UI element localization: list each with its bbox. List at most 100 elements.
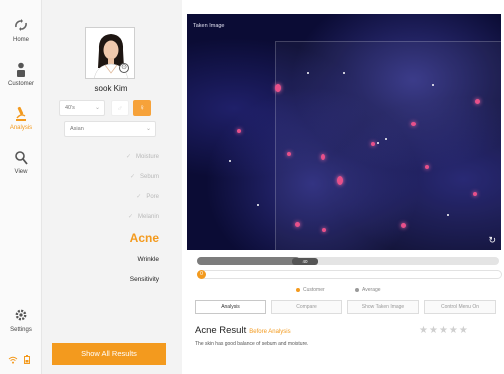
customer-level-bar [197,270,502,279]
star-icon: ★ [448,325,459,336]
tab-analysis[interactable]: Analysis [195,300,266,314]
nav-label-analysis: Analysis [9,125,33,131]
highlight-speck [307,72,309,74]
ethnicity-select[interactable]: Asian ⌄ [64,121,156,137]
acne-spot [287,152,291,156]
attribute-label: Moisture [135,154,159,160]
average-level-bar [197,257,499,265]
attribute-melanin[interactable]: ✓ Melanin [128,213,159,220]
acne-spot [371,142,375,146]
attribute-label: Pore [146,194,159,200]
gender-male-button[interactable]: ♂ [111,100,129,116]
result-description: The skin has good balance of sebum and m… [195,341,309,347]
chevron-down-icon: ⌄ [94,105,100,111]
attribute-sebum[interactable]: ✓ Sebum [130,173,159,180]
attribute-acne[interactable]: Acne [130,231,159,245]
viewer-title: Taken Image [193,23,225,29]
acne-spot [401,223,406,228]
average-level-label: 40 [292,258,318,265]
legend-average-dot [355,287,359,292]
nav-item-settings[interactable]: Settings [0,308,42,333]
acne-spot [295,222,300,227]
acne-spot [237,129,241,133]
nav-rail: Home Customer Analysis View Settings [0,0,42,374]
tab-control-menu[interactable]: Control Menu On [424,300,496,314]
nav-label-view: View [14,169,28,175]
rating-stars: ★★★★★ [419,325,469,336]
tab-compare[interactable]: Compare [271,300,342,314]
acne-spot [322,228,326,232]
profile-controls: 40's ⌄ ♂ ♀ [59,100,183,116]
legend-customer-dot [296,287,300,292]
taken-image-viewer[interactable]: Taken Image ↻ [187,14,501,250]
average-level-fill [197,257,300,265]
check-icon: ✓ [136,194,142,200]
nav-item-analysis[interactable]: Analysis [0,106,42,131]
male-icon: ♂ [117,104,123,113]
nav-item-view[interactable]: View [0,150,42,175]
star-icon: ★ [458,325,469,336]
highlight-speck [432,84,434,86]
result-tabs: Analysis Compare Show Taken Image Contro… [195,300,497,314]
acne-spot [275,84,281,92]
wifi-icon [8,356,24,366]
legend-customer: Customer [296,287,325,293]
legend-customer-label: Customer [303,287,325,293]
age-select-value: 40's [65,105,75,111]
gear-icon [0,308,42,324]
nav-label-settings: Settings [10,327,32,333]
attribute-label: Sebum [139,174,159,180]
tab-show-taken-image[interactable]: Show Taken Image [347,300,419,314]
acne-spot [473,192,477,196]
check-icon: ✓ [125,154,131,160]
search-icon [0,150,42,166]
avatar-edit-button[interactable]: ⊙ [119,63,129,73]
before-analysis-label: Before Analysis [249,329,291,335]
attribute-label: Melanin [137,214,159,220]
customer-name: sook Kim [94,84,128,93]
highlight-speck [447,214,449,216]
acne-spot [475,99,480,104]
highlight-speck [385,138,387,140]
age-select[interactable]: 40's ⌄ [59,100,105,116]
nav-item-customer[interactable]: Customer [0,62,42,87]
attribute-wrinkle[interactable]: Wrinkle [137,256,159,263]
check-icon: ✓ [129,174,135,180]
attribute-label: Sensitivity [129,276,159,283]
highlight-speck [377,142,379,144]
customer-level-knob[interactable]: 0 [197,270,206,279]
microscope-icon [0,106,42,122]
attribute-sensitivity[interactable]: Sensitivity [130,276,159,283]
highlight-speck [257,204,259,206]
result-heading: Acne Result Before Analysis [195,325,291,336]
star-icon: ★ [438,325,449,336]
gender-female-button[interactable]: ♀ [133,100,151,116]
ethnicity-select-value: Asian [70,126,84,132]
nav-label-customer: Customer [7,81,34,87]
acne-spot [337,176,343,185]
female-icon: ♀ [139,103,145,112]
chevron-down-icon: ⌄ [145,126,151,132]
legend-average: Average [355,287,381,293]
acne-spot [321,154,325,160]
person-icon [0,62,42,78]
nav-item-home[interactable]: Home [0,18,42,43]
legend-average-label: Average [362,287,381,293]
battery-icon [23,355,30,366]
attribute-label: Acne [129,231,159,245]
show-all-results-button[interactable]: Show All Results [52,343,166,365]
result-title: Acne Result [195,325,247,336]
acne-spot [411,122,416,126]
star-icon: ★ [419,325,429,336]
star-icon: ★ [428,325,439,336]
acne-spot [425,165,429,169]
rotate-icon[interactable]: ↻ [488,235,496,246]
nav-label-home: Home [12,37,29,43]
status-bar [8,355,30,366]
home-icon [0,18,42,34]
attribute-label: Wrinkle [137,256,159,263]
highlight-speck [229,160,231,162]
attribute-moisture[interactable]: ✓ Moisture [126,153,159,160]
attribute-pore[interactable]: ✓ Pore [136,193,159,200]
check-icon: ✓ [127,214,133,220]
